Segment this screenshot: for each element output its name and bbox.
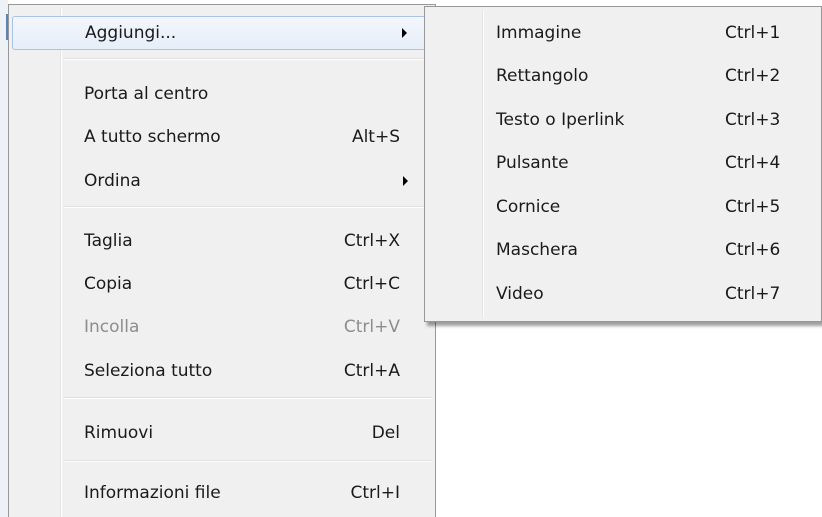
- menu-separator: [64, 460, 432, 462]
- menu-item-file-info[interactable]: Informazioni file Ctrl+I: [12, 476, 432, 510]
- submenu-item-frame[interactable]: Cornice Ctrl+5: [428, 190, 818, 224]
- submenu-item-button[interactable]: Pulsante Ctrl+4: [428, 146, 818, 180]
- menu-item-shortcut: Ctrl+2: [725, 66, 781, 86]
- menu-item-label: Aggiungi...: [85, 23, 177, 43]
- submenu-item-rectangle[interactable]: Rettangolo Ctrl+2: [428, 59, 818, 93]
- submenu-item-text-link[interactable]: Testo o Iperlink Ctrl+3: [428, 103, 818, 137]
- menu-item-label: Informazioni file: [84, 483, 221, 503]
- menu-separator: [64, 58, 432, 60]
- menu-item-shortcut: Ctrl+C: [343, 274, 400, 294]
- menu-item-shortcut: Ctrl+1: [725, 23, 781, 43]
- menu-item-label: Taglia: [84, 231, 133, 251]
- menu-item-order[interactable]: Ordina: [12, 164, 432, 198]
- menu-separator: [64, 206, 432, 208]
- menu-item-shortcut: Ctrl+6: [725, 240, 781, 260]
- submenu-item-image[interactable]: Immagine Ctrl+1: [428, 16, 818, 50]
- menu-item-add[interactable]: Aggiungi...: [12, 16, 432, 50]
- context-menu: Aggiungi... Porta al centro A tutto sche…: [8, 4, 436, 517]
- menu-item-label: Copia: [84, 274, 133, 294]
- menu-item-shortcut: Ctrl+5: [725, 197, 781, 217]
- menu-item-cut[interactable]: Taglia Ctrl+X: [12, 224, 432, 258]
- menu-item-full-screen[interactable]: A tutto schermo Alt+S: [12, 120, 432, 154]
- add-submenu: Immagine Ctrl+1 Rettangolo Ctrl+2 Testo …: [424, 6, 822, 322]
- menu-item-shortcut: Ctrl+4: [725, 153, 781, 173]
- menu-separator: [64, 397, 432, 399]
- menu-item-bring-to-center[interactable]: Porta al centro: [12, 77, 432, 111]
- submenu-item-video[interactable]: Video Ctrl+7: [428, 277, 818, 311]
- menu-item-label: Seleziona tutto: [84, 361, 213, 381]
- menu-item-label: Porta al centro: [84, 84, 209, 104]
- menu-item-shortcut: Ctrl+7: [725, 284, 781, 304]
- menu-item-shortcut: Ctrl+A: [343, 361, 400, 381]
- menu-item-shortcut: Ctrl+V: [343, 317, 400, 337]
- menu-item-shortcut: Ctrl+3: [725, 110, 781, 130]
- menu-item-copy[interactable]: Copia Ctrl+C: [12, 267, 432, 301]
- submenu-arrow-icon: [403, 176, 408, 186]
- menu-item-remove[interactable]: Rimuovi Del: [12, 416, 432, 450]
- menu-item-shortcut: Alt+S: [351, 127, 400, 147]
- menu-item-label: Ordina: [84, 171, 141, 191]
- submenu-item-mask[interactable]: Maschera Ctrl+6: [428, 233, 818, 267]
- menu-item-shortcut: Ctrl+I: [350, 483, 400, 503]
- menu-item-paste: Incolla Ctrl+V: [12, 310, 432, 344]
- background-window: [0, 0, 8, 517]
- menu-item-label: Incolla: [84, 317, 140, 337]
- menu-item-label: Rimuovi: [84, 423, 154, 443]
- submenu-arrow-icon: [402, 28, 407, 38]
- menu-item-shortcut: Del: [371, 423, 400, 443]
- menu-item-label: A tutto schermo: [84, 127, 221, 147]
- menu-item-select-all[interactable]: Seleziona tutto Ctrl+A: [12, 354, 432, 388]
- menu-item-shortcut: Ctrl+X: [343, 231, 400, 251]
